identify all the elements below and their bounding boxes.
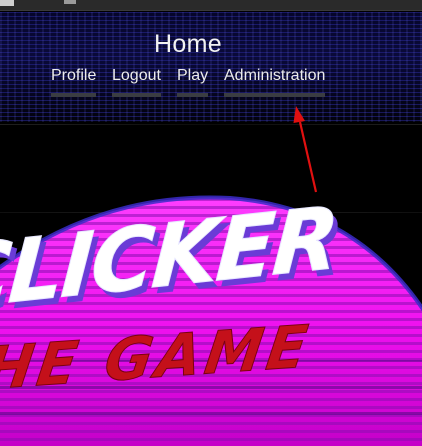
nav-item-profile[interactable]: Profile [51,66,97,97]
nav-item-logout[interactable]: Logout [112,66,161,97]
page-title: Home [154,30,222,58]
nav-item-underline [224,93,326,97]
nav-item-play[interactable]: Play [177,66,209,97]
nav-item-label: Logout [112,67,161,84]
tab-fragment [0,0,14,6]
nav-item-underline [177,93,209,97]
browser-top-strip [0,0,422,11]
nav-item-label: Profile [51,67,97,84]
nav-item-underline [51,93,97,97]
page: Home Profile Logout Play Administration [0,0,422,446]
tab-fragment-secondary [64,0,76,4]
nav-item-label: Administration [224,67,326,84]
nav-item-administration[interactable]: Administration [224,66,326,97]
game-logo: CLICKER CLICKER THE GAME [0,150,422,446]
scanline-streak [0,124,422,125]
nav-item-label: Play [177,67,209,84]
nav-item-underline [112,93,161,97]
